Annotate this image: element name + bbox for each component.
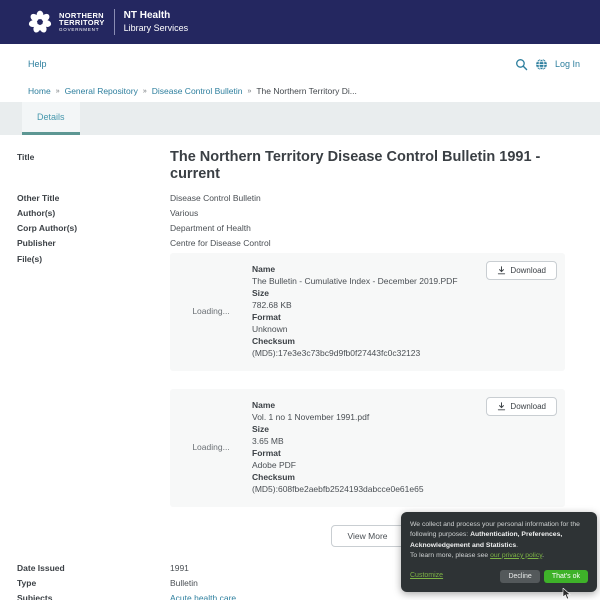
file-checksum-value: (MD5):17e3e3c73bc9d9fb0f27443fc0c32123 [252, 347, 458, 359]
field-title: Title The Northern Territory Disease Con… [17, 151, 565, 184]
download-button[interactable]: Download [486, 397, 557, 416]
authors-label: Author(s) [17, 207, 170, 219]
file-format-label: Format [252, 311, 458, 323]
cookie-accept-button[interactable]: That's ok [544, 570, 588, 583]
view-more-button[interactable]: View More [331, 525, 405, 547]
breadcrumb-home[interactable]: Home [28, 86, 51, 96]
download-button-label: Download [510, 266, 546, 275]
breadcrumb-general-repository[interactable]: General Repository [65, 86, 138, 96]
field-other-title: Other Title Disease Control Bulletin [17, 192, 565, 204]
cookie-decline-button[interactable]: Decline [500, 570, 539, 583]
file-name-label: Name [252, 263, 458, 275]
nt-government-wordmark: NORTHERN TERRITORY GOVERNMENT [59, 12, 105, 33]
files-label: File(s) [17, 253, 170, 265]
file-format-label: Format [252, 447, 424, 459]
breadcrumb-separator: » [143, 88, 147, 95]
file-size-label: Size [252, 423, 424, 435]
publisher-value: Centre for Disease Control [170, 237, 271, 249]
logo-line-territory: TERRITORY [59, 19, 105, 27]
privacy-policy-link[interactable]: our privacy policy [490, 552, 542, 559]
other-title-value: Disease Control Bulletin [170, 192, 261, 204]
other-title-label: Other Title [17, 192, 170, 204]
logo-line-government: GOVERNMENT [59, 28, 105, 33]
file-format-value: Unknown [252, 323, 458, 335]
breadcrumb-current-page: The Northern Territory Di... [256, 86, 356, 96]
search-icon[interactable] [515, 58, 528, 71]
date-issued-label: Date Issued [17, 562, 170, 574]
cookie-consent-banner: We collect and process your personal inf… [401, 512, 597, 592]
file-card: Loading... Name Vol. 1 no 1 November 199… [170, 389, 565, 507]
breadcrumb-disease-control-bulletin[interactable]: Disease Control Bulletin [152, 86, 243, 96]
file-name-value: The Bulletin - Cumulative Index - Decemb… [252, 275, 458, 287]
file-checksum-label: Checksum [252, 335, 458, 347]
download-icon [497, 266, 506, 275]
login-link[interactable]: Log In [555, 59, 580, 69]
file-checksum-value: (MD5):608fbe2aebfb2524193dabcce0e61e65 [252, 483, 424, 495]
cookie-message: We collect and process your personal inf… [410, 520, 588, 561]
field-corp-authors: Corp Author(s) Department of Health [17, 222, 565, 234]
tab-details[interactable]: Details [22, 102, 80, 135]
cookie-learn-more-suffix: . [542, 552, 544, 559]
nav-right-group: Log In [515, 58, 580, 71]
cookie-actions: Customize Decline That's ok [410, 570, 588, 583]
breadcrumb: Home » General Repository » Disease Cont… [0, 84, 600, 102]
file-checksum-label: Checksum [252, 471, 424, 483]
type-value: Bulletin [170, 577, 198, 589]
breadcrumb-separator: » [56, 88, 60, 95]
file-size-value: 3.65 MB [252, 435, 424, 447]
site-title-line1: NT Health [124, 10, 189, 23]
site-title-line2: Library Services [124, 23, 189, 34]
mouse-cursor [562, 588, 572, 600]
field-subjects: Subjects Acute health care Community hea… [17, 592, 565, 600]
nt-government-logo[interactable]: NORTHERN TERRITORY GOVERNMENT [27, 9, 105, 35]
page-title: The Northern Territory Disease Control B… [170, 149, 565, 184]
title-label: Title [17, 151, 170, 163]
type-label: Type [17, 577, 170, 589]
breadcrumb-separator: » [247, 88, 251, 95]
subjects-label: Subjects [17, 592, 170, 600]
logo-divider [114, 9, 115, 35]
file-format-value: Adobe PDF [252, 459, 424, 471]
tab-bar: Details [0, 102, 600, 135]
publisher-label: Publisher [17, 237, 170, 249]
download-icon [497, 402, 506, 411]
corp-authors-value: Department of Health [170, 222, 251, 234]
secondary-nav: Help Log In [0, 44, 600, 84]
field-publisher: Publisher Centre for Disease Control [17, 237, 565, 249]
site-title[interactable]: NT Health Library Services [124, 10, 189, 34]
subjects-list: Acute health care Community health Commu… [170, 592, 286, 600]
cookie-text-after: . [516, 542, 518, 549]
site-header: NORTHERN TERRITORY GOVERNMENT NT Health … [0, 0, 600, 44]
file-size-label: Size [252, 287, 458, 299]
cookie-learn-more-text: To learn more, please see [410, 552, 490, 559]
file-thumbnail-loading: Loading... [180, 263, 242, 359]
file-thumbnail-loading: Loading... [180, 399, 242, 495]
file-metadata: Name The Bulletin - Cumulative Index - D… [252, 263, 458, 359]
subject-link[interactable]: Acute health care [170, 592, 286, 600]
download-button[interactable]: Download [486, 261, 557, 280]
file-card: Loading... Name The Bulletin - Cumulativ… [170, 253, 565, 371]
file-size-value: 782.68 KB [252, 299, 458, 311]
authors-value: Various [170, 207, 198, 219]
download-button-label: Download [510, 402, 546, 411]
language-globe-icon[interactable] [535, 58, 548, 71]
help-link[interactable]: Help [28, 59, 47, 69]
file-name-label: Name [252, 399, 424, 411]
file-name-value: Vol. 1 no 1 November 1991.pdf [252, 411, 424, 423]
file-metadata: Name Vol. 1 no 1 November 1991.pdf Size … [252, 399, 424, 495]
corp-authors-label: Corp Author(s) [17, 222, 170, 234]
field-authors: Author(s) Various [17, 207, 565, 219]
cookie-customize-link[interactable]: Customize [410, 571, 443, 582]
nt-flower-icon [27, 9, 53, 35]
date-issued-value: 1991 [170, 562, 189, 574]
cookie-buttons: Decline That's ok [500, 570, 588, 583]
